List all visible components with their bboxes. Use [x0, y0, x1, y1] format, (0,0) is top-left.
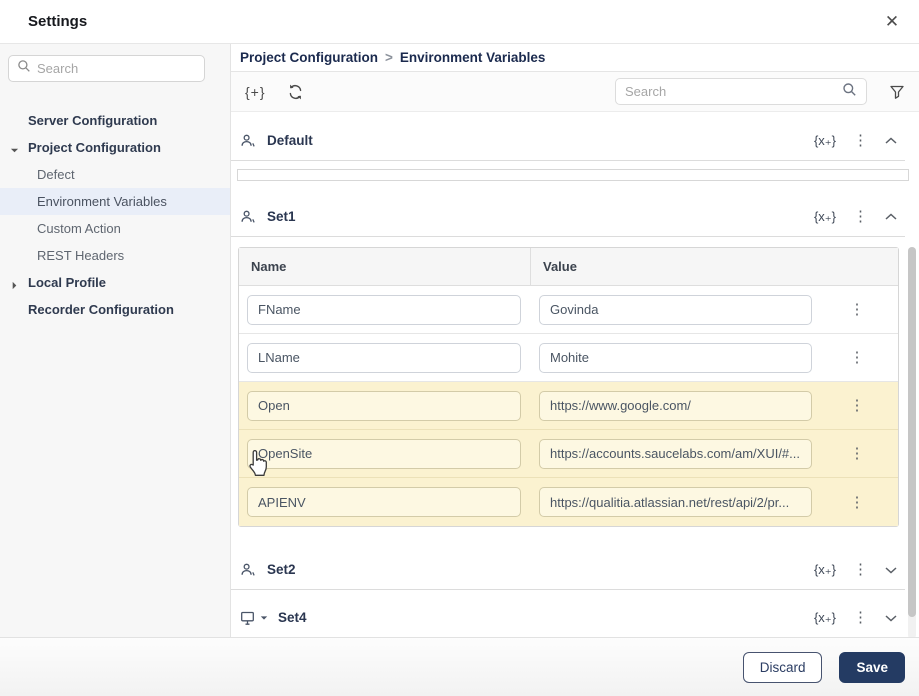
variable-name-input[interactable]: [247, 294, 521, 325]
kebab-menu-icon[interactable]: ⋮: [853, 562, 868, 577]
row-kebab-menu-icon[interactable]: ⋮: [850, 398, 865, 413]
dialog-footer: Discard Save: [0, 637, 919, 696]
filter-icon[interactable]: [889, 84, 905, 100]
search-icon: [17, 59, 31, 78]
sidebar-item-recorder-configuration[interactable]: Recorder Configuration: [0, 296, 230, 323]
sidebar-item-label: Defect: [37, 167, 75, 182]
section-label: Default: [267, 133, 313, 148]
section-header-set2[interactable]: Set2 {x₊} ⋮: [231, 550, 905, 590]
sidebar-item-server-configuration[interactable]: Server Configuration: [0, 107, 230, 134]
breadcrumb-current: Environment Variables: [399, 50, 546, 65]
table-row-highlighted: ⋮: [239, 430, 898, 478]
variables-search[interactable]: [615, 78, 867, 105]
chevron-up-icon[interactable]: [885, 212, 897, 221]
group-icon: [240, 562, 257, 578]
breadcrumb-parent[interactable]: Project Configuration: [240, 50, 378, 65]
breadcrumb: Project Configuration > Environment Vari…: [231, 44, 919, 72]
breadcrumb-separator: >: [385, 50, 393, 65]
kebab-menu-icon[interactable]: ⋮: [853, 133, 868, 148]
settings-dialog: Settings ✕ Server Configuration Project …: [0, 0, 919, 696]
variable-value-input[interactable]: [539, 342, 812, 373]
sidebar-item-label: Server Configuration: [28, 113, 158, 128]
caret-down-icon[interactable]: [10, 143, 19, 153]
dialog-title: Settings: [28, 13, 88, 30]
sidebar-item-label: Custom Action: [37, 221, 121, 236]
row-kebab-menu-icon[interactable]: ⋮: [850, 302, 865, 317]
discard-button[interactable]: Discard: [742, 651, 823, 683]
variable-add-icon[interactable]: {x₊}: [814, 562, 836, 578]
variable-add-icon[interactable]: {x₊}: [814, 209, 836, 225]
monitor-icon: [240, 610, 268, 626]
caret-right-icon[interactable]: [10, 278, 19, 290]
save-button[interactable]: Save: [839, 651, 905, 683]
default-section-clipped-content: [237, 169, 909, 181]
variable-add-icon[interactable]: {x₊}: [814, 610, 836, 626]
add-variable-set-icon[interactable]: {+}: [245, 84, 266, 100]
table-row-highlighted: ⋮: [239, 382, 898, 430]
caret-down-icon: [260, 615, 268, 620]
main-panel: Project Configuration > Environment Vari…: [231, 44, 919, 637]
table-row-highlighted: ⋮: [239, 478, 898, 526]
kebab-menu-icon[interactable]: ⋮: [853, 209, 868, 224]
table-header-row: Name Value: [239, 248, 898, 286]
table-row: ⋮: [239, 286, 898, 334]
section-label: Set4: [278, 610, 307, 625]
variables-table: Name Value ⋮ ⋮ ⋮: [238, 247, 899, 527]
sidebar-search-input[interactable]: [37, 61, 196, 76]
group-icon: [240, 133, 257, 149]
toolbar: {+}: [231, 72, 919, 112]
row-kebab-menu-icon[interactable]: ⋮: [850, 446, 865, 461]
table-row: ⋮: [239, 334, 898, 382]
section-header-default[interactable]: Default {x₊} ⋮: [231, 121, 905, 161]
search-icon: [842, 82, 857, 102]
variable-name-input[interactable]: [247, 487, 521, 517]
sidebar-item-label: Recorder Configuration: [28, 302, 174, 317]
section-header-set4[interactable]: Set4 {x₊} ⋮: [231, 598, 905, 637]
variable-value-input[interactable]: [539, 487, 812, 517]
sidebar-item-label: REST Headers: [37, 248, 125, 263]
close-icon[interactable]: ✕: [881, 11, 903, 33]
sidebar-item-custom-action[interactable]: Custom Action: [0, 215, 230, 242]
refresh-icon[interactable]: [286, 83, 305, 101]
sidebar-item-local-profile[interactable]: Local Profile: [0, 269, 230, 296]
scrollbar-thumb[interactable]: [908, 247, 916, 617]
variable-name-input[interactable]: [247, 390, 521, 421]
variable-name-input[interactable]: [247, 438, 521, 469]
section-label: Set1: [267, 209, 296, 224]
kebab-menu-icon[interactable]: ⋮: [853, 610, 868, 625]
chevron-down-icon[interactable]: [885, 614, 897, 622]
variable-name-input[interactable]: [247, 342, 521, 373]
sidebar-item-label: Local Profile: [28, 275, 107, 290]
sidebar-search[interactable]: [8, 55, 205, 82]
chevron-up-icon[interactable]: [885, 136, 897, 145]
sidebar-item-label: Environment Variables: [37, 194, 167, 209]
sidebar-item-defect[interactable]: Defect: [0, 161, 230, 188]
vertical-scrollbar[interactable]: [908, 247, 916, 637]
titlebar: Settings ✕: [0, 0, 919, 44]
sidebar-item-environment-variables[interactable]: Environment Variables: [0, 188, 230, 215]
variable-add-icon[interactable]: {x₊}: [814, 133, 836, 149]
variable-value-input[interactable]: [539, 438, 812, 469]
variable-value-input[interactable]: [539, 390, 812, 421]
row-kebab-menu-icon[interactable]: ⋮: [850, 350, 865, 365]
sidebar-item-label: Project Configuration: [28, 140, 161, 155]
group-icon: [240, 209, 257, 225]
section-header-set1[interactable]: Set1 {x₊} ⋮: [231, 197, 905, 237]
chevron-down-icon[interactable]: [885, 566, 897, 574]
settings-sidebar: Server Configuration Project Configurati…: [0, 44, 231, 637]
section-label: Set2: [267, 562, 296, 577]
sidebar-item-rest-headers[interactable]: REST Headers: [0, 242, 230, 269]
sidebar-nav: Server Configuration Project Configurati…: [0, 107, 230, 323]
variables-search-input[interactable]: [625, 84, 836, 99]
sidebar-item-project-configuration[interactable]: Project Configuration: [0, 134, 230, 161]
variable-value-input[interactable]: [539, 294, 812, 325]
row-kebab-menu-icon[interactable]: ⋮: [850, 495, 865, 510]
variable-sets-list: Default {x₊} ⋮ Set1 {x₊} ⋮ Name Value FN…: [231, 113, 919, 637]
column-header-name: Name: [239, 248, 531, 285]
column-header-value: Value: [543, 259, 577, 274]
